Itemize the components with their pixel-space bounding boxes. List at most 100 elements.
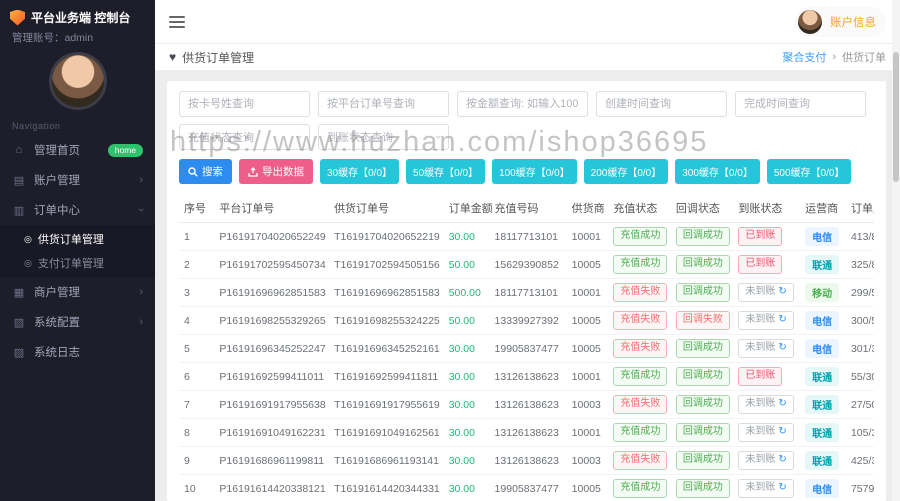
sidebar-item-2[interactable]: ▥订单中心› — [0, 195, 155, 225]
cell-carrier: 联通 — [800, 251, 846, 279]
cache-button-5[interactable]: 500缓存【0/0】 — [767, 159, 852, 184]
sidebar-item-1[interactable]: ▤账户管理› — [0, 165, 155, 195]
cell-supplier: 10001 — [567, 363, 609, 391]
sidebar-item-5[interactable]: ▨系统日志 — [0, 337, 155, 367]
heart-icon: ♥ — [169, 50, 176, 64]
cell-carrier: 电信 — [800, 335, 846, 363]
cell-callback: 回调成功 — [671, 279, 734, 307]
refresh-icon[interactable]: ↻ — [778, 454, 786, 465]
admin-account-label: 管理账号：admin — [0, 28, 155, 51]
cell-callback: 回调成功 — [671, 223, 734, 251]
cell-recharge: 充值成功 — [608, 251, 671, 279]
cell-arrival: 未到账↻ — [733, 279, 800, 307]
select-placeholder: 充值状态查询 — [188, 129, 254, 145]
orders-table: 序号平台订单号供货订单号订单金额充值号码供货商充值状态回调状态到账状态运营商订单… — [179, 194, 874, 501]
carrier-badge: 电信 — [805, 311, 839, 330]
search-button[interactable]: 搜索 — [179, 159, 232, 184]
export-button[interactable]: 导出数据 — [239, 159, 313, 184]
column-header: 平台订单号 — [214, 194, 329, 223]
account-info-link[interactable]: 账户信息 — [830, 14, 876, 30]
refresh-icon[interactable]: ↻ — [778, 426, 786, 437]
menu-toggle-icon[interactable] — [169, 13, 185, 31]
filter-input-0[interactable] — [179, 91, 310, 117]
filter-select-0[interactable]: 充值状态查询› — [179, 124, 310, 150]
table-row: 4P16191698255329265T1619169825532422550.… — [179, 307, 874, 335]
cell-callback: 回调成功 — [671, 391, 734, 419]
home-icon: ⌂ — [12, 144, 26, 156]
cell-supplier: 10005 — [567, 251, 609, 279]
filter-input-4[interactable] — [735, 91, 866, 117]
sidebar-menu: ⌂管理首页home▤账户管理›▥订单中心›◎供货订单管理◎支付订单管理▦商户管理… — [0, 135, 155, 367]
cell-supplier: 10005 — [567, 335, 609, 363]
refresh-icon[interactable]: ↻ — [778, 398, 786, 409]
export-icon — [248, 167, 258, 177]
filter-input-1[interactable] — [318, 91, 449, 117]
cell-duration: 299/500 — [846, 279, 874, 307]
sidebar-item-3[interactable]: ▦商户管理› — [0, 277, 155, 307]
cell-amount: 30.00 — [444, 335, 490, 363]
arrival-status-pill: 未到账↻ — [738, 451, 793, 470]
sidebar-item-label: 商户管理 — [34, 284, 80, 300]
sidebar-item-label: 系统配置 — [34, 314, 80, 330]
cache-button-0[interactable]: 30缓存【0/0】 — [320, 159, 399, 184]
refresh-icon[interactable]: ↻ — [778, 314, 786, 325]
recharge-status-pill: 充值失败 — [613, 311, 667, 330]
cell-seq: 4 — [179, 307, 214, 335]
refresh-icon[interactable]: ↻ — [778, 482, 786, 493]
cell-phone: 13126138623 — [490, 419, 567, 447]
filter-select-1[interactable]: 到账状态查询› — [318, 124, 449, 150]
callback-status-pill: 回调成功 — [676, 283, 730, 302]
scrollbar-thumb[interactable] — [893, 52, 899, 182]
carrier-badge: 联通 — [805, 255, 839, 274]
sidebar-subitem[interactable]: ◎供货订单管理 — [0, 227, 155, 251]
breadcrumb-parent[interactable]: 聚合支付 — [782, 49, 826, 65]
table-row: 1P16191704020652249T1619170402065221930.… — [179, 223, 874, 251]
orders-table-body: 1P16191704020652249T1619170402065221930.… — [179, 223, 874, 501]
column-header: 回调状态 — [671, 194, 734, 223]
arrival-status-pill: 未到账↻ — [738, 311, 793, 330]
table-row: 3P16191696962851583T16191696962851583500… — [179, 279, 874, 307]
callback-status-pill: 回调成功 — [676, 423, 730, 442]
cache-button-1[interactable]: 50缓存【0/0】 — [406, 159, 485, 184]
vertical-scrollbar[interactable] — [892, 0, 900, 501]
carrier-badge: 联通 — [805, 423, 839, 442]
cell-duration: 7579/86400 — [846, 475, 874, 501]
cache-button-4[interactable]: 300缓存【0/0】 — [675, 159, 760, 184]
cell-seq: 9 — [179, 447, 214, 475]
cell-platform-order-no: P16191698255329265 — [214, 307, 329, 335]
cell-amount: 30.00 — [444, 419, 490, 447]
cell-arrival: 未到账↻ — [733, 419, 800, 447]
export-button-label: 导出数据 — [262, 164, 304, 179]
filter-input-3[interactable] — [596, 91, 727, 117]
cache-button-2[interactable]: 100缓存【0/0】 — [492, 159, 577, 184]
table-row: 7P16191691917955638T1619169191795561930.… — [179, 391, 874, 419]
nav-section-label: Navigation — [0, 113, 155, 135]
cell-supply-order-no: T16191702594505156 — [329, 251, 444, 279]
sidebar-avatar[interactable] — [52, 55, 104, 107]
chevron-down-icon: › — [432, 135, 444, 139]
cell-callback: 回调成功 — [671, 363, 734, 391]
cell-phone: 19905837477 — [490, 335, 567, 363]
filter-input-2[interactable] — [457, 91, 588, 117]
brand-logo-icon — [10, 10, 25, 26]
column-header: 充值号码 — [490, 194, 567, 223]
cell-recharge: 充值失败 — [608, 391, 671, 419]
cache-button-3[interactable]: 200缓存【0/0】 — [584, 159, 669, 184]
account-menu[interactable]: 账户信息 — [795, 7, 886, 37]
sidebar-item-0[interactable]: ⌂管理首页home — [0, 135, 155, 165]
arrival-status-pill: 未到账↻ — [738, 283, 793, 302]
cell-seq: 7 — [179, 391, 214, 419]
accounts-icon: ▤ — [12, 174, 26, 187]
cell-duration: 27/500 — [846, 391, 874, 419]
cell-supplier: 10001 — [567, 279, 609, 307]
cell-supply-order-no: T16191691917955619 — [329, 391, 444, 419]
home-badge: home — [108, 144, 143, 157]
cell-supply-order-no: T16191691049162561 — [329, 419, 444, 447]
refresh-icon[interactable]: ↻ — [778, 342, 786, 353]
refresh-icon[interactable]: ↻ — [778, 286, 786, 297]
cell-recharge: 充值失败 — [608, 307, 671, 335]
sidebar-item-4[interactable]: ▧系统配置› — [0, 307, 155, 337]
sidebar-subitem[interactable]: ◎支付订单管理 — [0, 251, 155, 275]
cell-platform-order-no: P16191702595450734 — [214, 251, 329, 279]
cell-platform-order-no: P16191696962851583 — [214, 279, 329, 307]
